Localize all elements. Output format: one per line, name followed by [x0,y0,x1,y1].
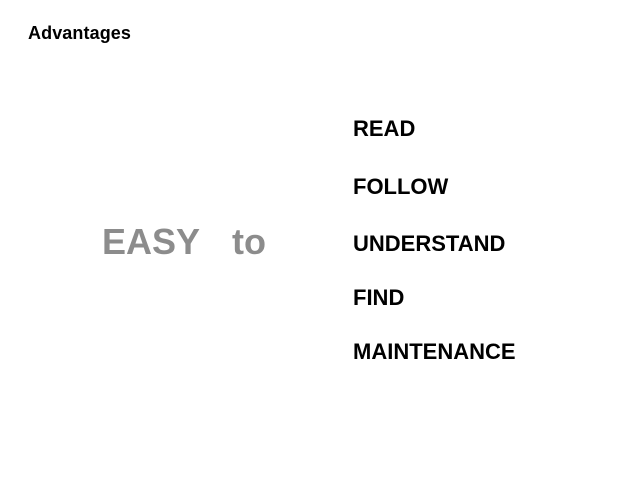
slide-title: Advantages [28,23,132,43]
list-item-maintenance: MAINTENANCE [353,339,516,364]
list-item-understand: UNDERSTAND [353,231,506,256]
list-item-find: FIND [353,285,405,310]
list-item-read: READ [353,116,416,141]
slide: Advantages EASY to READ FOLLOW UNDERSTAN… [0,0,640,480]
list-item-follow: FOLLOW [353,174,449,199]
connector-word: to [232,221,266,262]
lead-word: EASY [102,221,201,262]
